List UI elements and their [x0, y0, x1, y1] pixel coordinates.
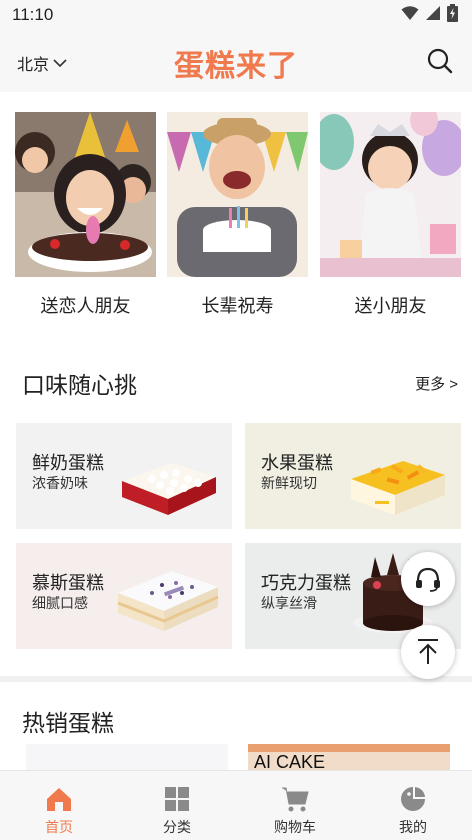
- hot-section-title: 热销蛋糕: [22, 710, 114, 736]
- scene-elders-photo: [167, 112, 308, 277]
- flavor-card-name: 鲜奶蛋糕: [32, 453, 104, 473]
- tab-category[interactable]: 分类: [118, 771, 236, 840]
- search-icon[interactable]: [426, 47, 454, 75]
- scene-kids-label: 送小朋友: [354, 296, 427, 316]
- tab-cart[interactable]: 购物车: [236, 771, 354, 840]
- scene-elders[interactable]: 长辈祝寿: [167, 112, 308, 318]
- flavor-section-title: 口味随心挑: [22, 372, 137, 398]
- flavor-card-name: 巧克力蛋糕: [261, 573, 351, 593]
- signal-icon: [426, 6, 440, 20]
- flavor-card-name: 慕斯蛋糕: [32, 573, 104, 593]
- flavor-card-desc: 细腻口感: [32, 595, 88, 611]
- status-bar: 11:10: [0, 0, 472, 30]
- headset-icon: [416, 567, 440, 592]
- scene-elders-label: 长辈祝寿: [201, 296, 274, 316]
- main-content[interactable]: 送恋人朋友 长辈祝寿 送小朋友 口味随心挑 更多 > 鲜奶蛋糕 浓香奶味 水果蛋…: [0, 92, 472, 770]
- hot-product-card-2[interactable]: AI CAKE: [248, 744, 450, 770]
- flavor-card-mousse[interactable]: 慕斯蛋糕 细腻口感: [16, 543, 232, 649]
- scene-lovers-photo: [15, 112, 156, 277]
- hot-product-card-1[interactable]: [26, 744, 228, 770]
- hot-product-banner-text: AI CAKE: [254, 752, 326, 770]
- scene-row: 送恋人朋友 长辈祝寿 送小朋友: [0, 112, 472, 322]
- fruit-cake-image: [351, 461, 445, 515]
- battery-icon: [447, 4, 458, 22]
- tab-profile-label: 我的: [399, 819, 427, 835]
- flavor-card-desc: 浓香奶味: [32, 475, 88, 491]
- tab-home-label: 首页: [45, 819, 73, 835]
- status-icons: [401, 4, 458, 22]
- arrow-up-icon: [418, 639, 438, 664]
- back-to-top-button[interactable]: [401, 625, 455, 679]
- flavor-card-desc: 纵享丝滑: [261, 595, 317, 611]
- tab-category-label: 分类: [163, 819, 191, 835]
- tab-cart-label: 购物车: [274, 819, 316, 835]
- tab-profile[interactable]: 我的: [354, 771, 472, 840]
- flavor-card-fruit[interactable]: 水果蛋糕 新鲜现切: [245, 423, 461, 529]
- profile-icon: [401, 787, 425, 811]
- scene-kids-photo: [320, 112, 461, 277]
- tab-home[interactable]: 首页: [0, 771, 118, 840]
- customer-service-button[interactable]: [401, 552, 455, 606]
- fresh-cream-cake-image: [122, 463, 216, 515]
- app-header: 北京 蛋糕来了: [0, 30, 472, 92]
- grid-icon: [165, 787, 189, 811]
- flavor-card-desc: 新鲜现切: [261, 475, 317, 491]
- scene-lovers-label: 送恋人朋友: [40, 296, 131, 316]
- scene-lovers[interactable]: 送恋人朋友: [15, 112, 156, 318]
- cart-icon: [282, 787, 309, 812]
- bottom-tab-bar: 首页 分类 购物车 我的: [0, 770, 472, 840]
- hot-product-banner-strip: [248, 744, 450, 752]
- mousse-cake-image: [117, 571, 219, 631]
- section-divider: [0, 676, 472, 682]
- status-time: 11:10: [12, 5, 54, 24]
- scene-kids[interactable]: 送小朋友: [320, 112, 461, 318]
- home-icon: [47, 788, 71, 811]
- wifi-icon: [401, 6, 419, 20]
- app-title: 蛋糕来了: [174, 50, 298, 83]
- flavor-card-name: 水果蛋糕: [261, 453, 333, 473]
- flavor-card-fresh-cream[interactable]: 鲜奶蛋糕 浓香奶味: [16, 423, 232, 529]
- flavor-more-link[interactable]: 更多 >: [415, 373, 458, 394]
